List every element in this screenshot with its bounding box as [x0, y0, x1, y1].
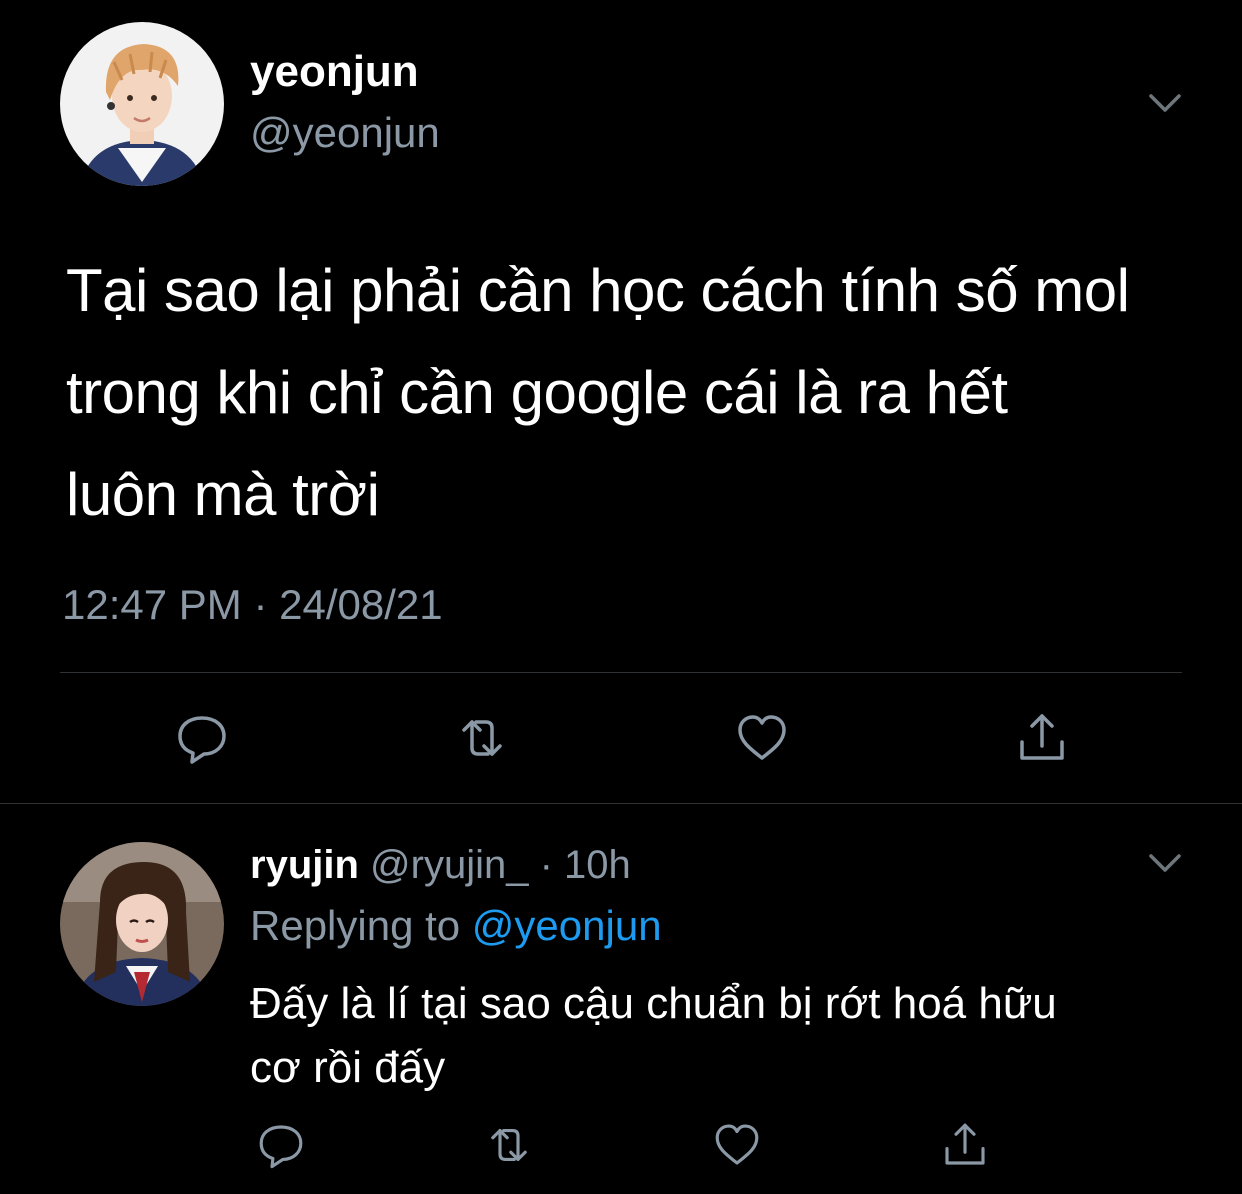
display-name[interactable]: ryujin: [250, 843, 359, 887]
retweet-icon[interactable]: [482, 1118, 536, 1172]
avatar-yeonjun-image: [60, 22, 224, 186]
user-handle[interactable]: @yeonjun: [250, 112, 440, 154]
display-name[interactable]: yeonjun: [250, 50, 419, 94]
user-handle[interactable]: @ryujin_: [370, 843, 528, 887]
avatar-yeonjun[interactable]: [60, 22, 224, 186]
replying-to-label: Replying to: [250, 902, 472, 949]
tweet-thread: yeonjun @yeonjun Tại sao lại phải cần họ…: [0, 0, 1242, 1194]
divider: [0, 803, 1242, 804]
share-icon[interactable]: [1012, 708, 1072, 768]
replying-to: Replying to @yeonjun: [250, 904, 662, 948]
heart-icon[interactable]: [710, 1118, 764, 1172]
reply-header: ryujin @ryujin_ · 10h: [250, 843, 631, 887]
heart-icon[interactable]: [732, 708, 792, 768]
reply-icon[interactable]: [172, 708, 232, 768]
tweet-text-line: trong khi chỉ cần google cái là ra hết: [66, 359, 1008, 426]
divider: [60, 672, 1182, 673]
avatar-ryujin-image: [60, 842, 224, 1006]
tweet-time[interactable]: 10h: [564, 843, 631, 887]
retweet-icon[interactable]: [452, 708, 512, 768]
meta-separator: ·: [528, 843, 565, 887]
replying-to-mention[interactable]: @yeonjun: [472, 902, 662, 949]
chevron-down-icon[interactable]: [1145, 88, 1185, 118]
reply-text-line: Đấy là lí tại sao cậu chuẩn bị rớt hoá h…: [250, 979, 1057, 1028]
reply-icon[interactable]: [254, 1118, 308, 1172]
chevron-down-icon[interactable]: [1145, 848, 1185, 878]
tweet-timestamp[interactable]: 12:47 PM · 24/08/21: [62, 584, 443, 626]
avatar-ryujin[interactable]: [60, 842, 224, 1006]
share-icon[interactable]: [938, 1118, 992, 1172]
tweet-text-line: luôn mà trời: [66, 461, 380, 528]
tweet-text: Tại sao lại phải cần học cách tính số mo…: [66, 240, 1206, 546]
tweet-text-line: Tại sao lại phải cần học cách tính số mo…: [66, 257, 1130, 324]
reply-text-line: cơ rồi đấy: [250, 1043, 446, 1092]
reply-text: Đấy là lí tại sao cậu chuẩn bị rớt hoá h…: [250, 972, 1210, 1100]
